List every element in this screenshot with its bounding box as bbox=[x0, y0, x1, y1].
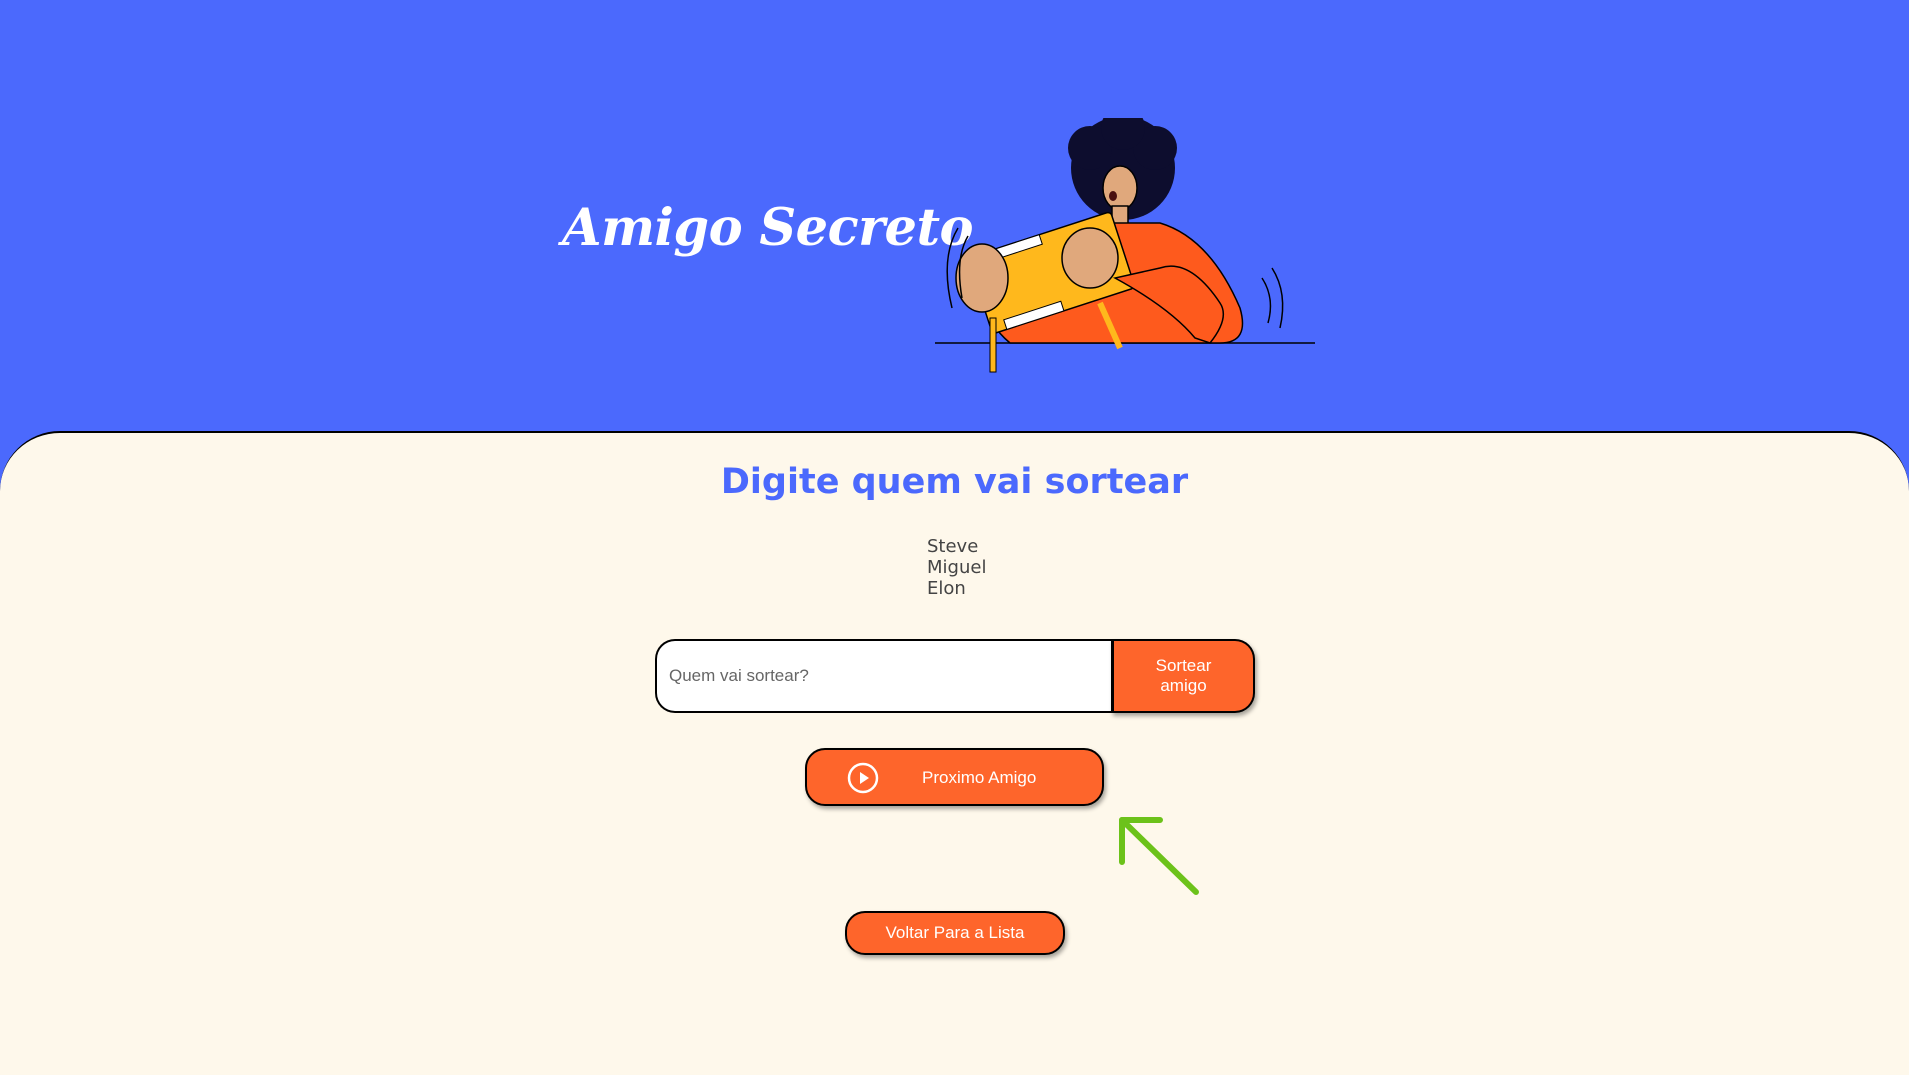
list-item: Miguel bbox=[927, 557, 987, 578]
input-row: Sortear amigo bbox=[655, 639, 1255, 713]
next-friend-button[interactable]: Proximo Amigo bbox=[805, 748, 1104, 806]
arrow-up-left-icon bbox=[1119, 817, 1199, 895]
section-title: Digite quem vai sortear bbox=[720, 462, 1189, 502]
list-item: Elon bbox=[927, 578, 966, 599]
friend-name-input[interactable] bbox=[655, 639, 1111, 713]
header: Amigo Secreto bbox=[0, 0, 1909, 440]
app-title: Amigo Secreto bbox=[562, 198, 974, 258]
draw-friend-button[interactable]: Sortear amigo bbox=[1111, 639, 1255, 713]
back-to-list-button[interactable]: Voltar Para a Lista bbox=[845, 911, 1065, 955]
gift-illustration bbox=[935, 118, 1315, 373]
next-friend-label: Proximo Amigo bbox=[922, 768, 1037, 787]
friends-list: Steve Miguel Elon bbox=[927, 536, 986, 599]
list-item: Steve bbox=[927, 536, 979, 557]
play-circle-icon bbox=[847, 762, 879, 794]
